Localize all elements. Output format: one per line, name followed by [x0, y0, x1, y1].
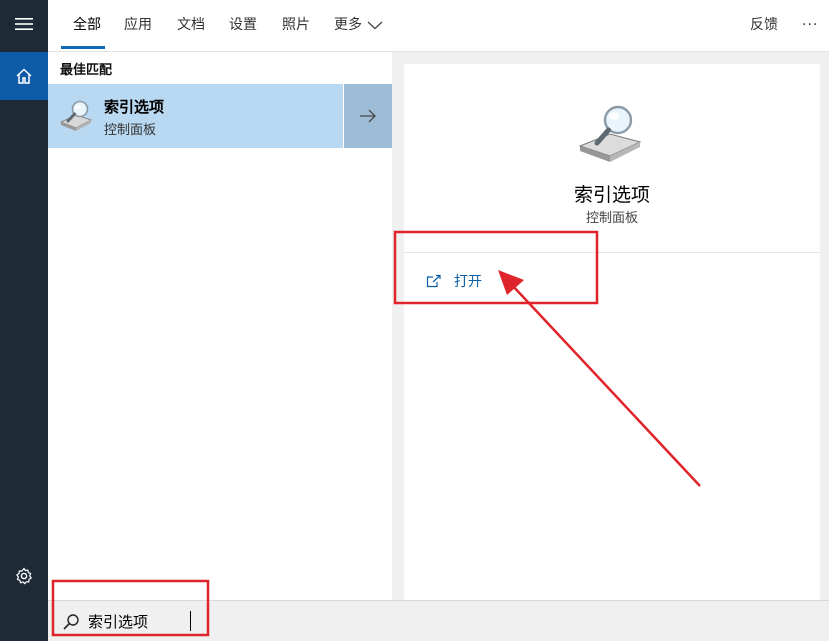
- text-caret: [190, 611, 191, 631]
- search-icon: [63, 614, 79, 630]
- open-external-icon: [426, 274, 441, 288]
- open-action-label: 打开: [454, 274, 482, 290]
- results-pane: 最佳匹配 索引选项 控制面板: [48, 52, 392, 600]
- chevron-down-icon: [367, 21, 383, 30]
- search-bar: [48, 600, 829, 641]
- hamburger-menu-button[interactable]: [0, 0, 48, 48]
- preview-divider: [404, 252, 820, 253]
- section-heading: 最佳匹配: [60, 63, 113, 78]
- home-button[interactable]: [0, 52, 48, 100]
- tab-all[interactable]: 全部: [73, 15, 101, 35]
- more-options-button[interactable]: ···: [802, 15, 818, 35]
- gear-icon: [16, 567, 33, 585]
- feedback-button[interactable]: 反馈: [750, 15, 778, 35]
- home-icon: [16, 68, 32, 84]
- tab-more-label: 更多: [334, 17, 362, 33]
- arrow-right-icon: [360, 109, 376, 123]
- indexing-options-icon: [59, 100, 93, 131]
- preview-title: 索引选项: [573, 184, 650, 206]
- best-match-expand-button[interactable]: [344, 84, 392, 148]
- tab-photos[interactable]: 照片: [282, 15, 310, 35]
- preview-pane: 索引选项 控制面板 打开: [404, 64, 820, 600]
- search-input[interactable]: [88, 609, 388, 633]
- best-match-subtitle: 控制面板: [104, 123, 157, 138]
- indexing-options-large-icon: [578, 105, 642, 162]
- best-match-title: 索引选项: [104, 98, 165, 116]
- settings-button[interactable]: [0, 552, 48, 600]
- best-match-item[interactable]: 索引选项 控制面板: [48, 84, 343, 148]
- hamburger-icon: [15, 18, 33, 30]
- tab-documents[interactable]: 文档: [177, 15, 205, 35]
- open-action-button[interactable]: 打开: [426, 270, 482, 292]
- left-rail: [0, 0, 48, 641]
- tab-apps[interactable]: 应用: [124, 15, 152, 35]
- preview-subtitle: 控制面板: [585, 211, 638, 226]
- active-tab-indicator: [61, 46, 105, 49]
- tab-more[interactable]: 更多: [334, 15, 383, 35]
- tab-settings[interactable]: 设置: [229, 15, 257, 35]
- top-tab-bar: 全部 应用 文档 设置 照片 更多 反馈 ···: [48, 0, 829, 52]
